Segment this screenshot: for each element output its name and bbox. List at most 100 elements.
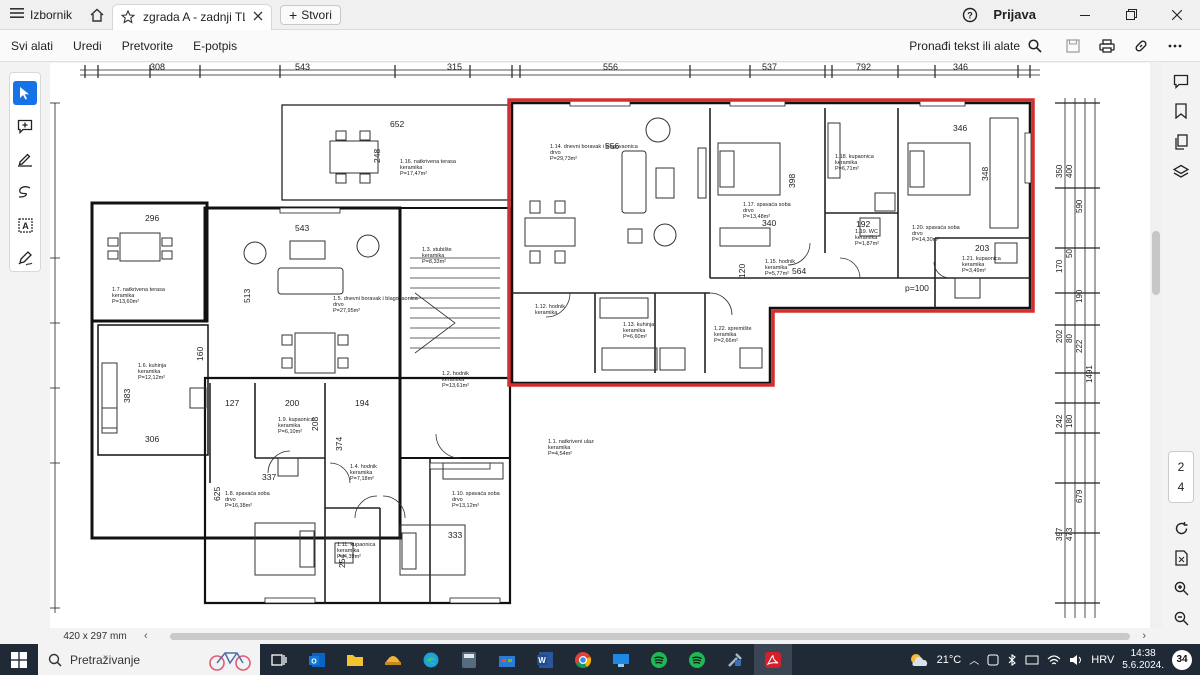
close-tab-icon[interactable] (253, 10, 263, 24)
right-dim-label: 679 (1075, 489, 1084, 503)
weather-temp[interactable]: 21°C (937, 654, 962, 666)
room-label: 1.19. WCkeramikaP=1,87m² (855, 229, 879, 247)
close-window-button[interactable] (1154, 0, 1200, 30)
share-link-button[interactable] (1124, 32, 1158, 60)
chevron-up-icon[interactable]: ︿ (969, 652, 979, 667)
freehand-icon (18, 186, 31, 198)
bookmarks-panel-button[interactable] (1168, 100, 1194, 122)
home-button[interactable] (86, 4, 108, 26)
print-button[interactable] (1090, 32, 1124, 60)
fit-page-button[interactable] (1168, 547, 1194, 569)
right-dim-label: 400 (1065, 164, 1074, 178)
dim-label: 398 (787, 174, 797, 188)
comment-tool[interactable] (13, 114, 37, 138)
document-tab[interactable]: zgrada A - zadnji TLO... (112, 3, 273, 30)
select-tool[interactable] (13, 81, 37, 105)
right-dim-label: 397 (1055, 527, 1064, 541)
document-viewer[interactable]: 308 543 315 556 537 792 346 350 400 590 … (50, 63, 1150, 628)
scroll-right-icon[interactable]: › (1142, 630, 1146, 642)
notification-badge[interactable]: 34 (1172, 649, 1192, 670)
new-tab-button[interactable]: + Stvori (280, 4, 341, 25)
right-dim-label: 473 (1065, 527, 1074, 541)
help-button[interactable]: ? (955, 7, 985, 23)
svg-text:keramika: keramika (535, 310, 558, 316)
refresh-button[interactable] (1168, 517, 1194, 539)
right-dim-label: 50 (1065, 249, 1074, 258)
bicycle-icon (209, 652, 251, 671)
edge-icon (423, 652, 439, 667)
store-icon (499, 655, 515, 667)
draw-tool[interactable] (13, 180, 37, 204)
room-label: 1.7. natkrivena terasakeramikaP=13,60m² (112, 287, 166, 305)
chrome-app[interactable] (564, 644, 602, 675)
menu-convert[interactable]: Pretvorite (112, 39, 183, 53)
taskbar-search[interactable]: Pretraživanje (38, 644, 260, 675)
comments-panel-button[interactable] (1168, 70, 1194, 92)
minimize-button[interactable] (1062, 0, 1108, 30)
sign-tool[interactable] (13, 246, 37, 270)
tray-app-icon[interactable] (987, 654, 999, 666)
system-tray: 21°C ︿ HRV 14:38 5.6.2024. 34 (909, 648, 1200, 672)
app-hat[interactable] (374, 644, 412, 675)
pages-panel-button[interactable] (1168, 131, 1194, 153)
sign-in-button[interactable]: Prijava (985, 7, 1062, 22)
menu-edit[interactable]: Uredi (63, 39, 112, 53)
svg-text:P=2,66m²: P=2,66m² (714, 338, 738, 344)
remote-app[interactable] (602, 644, 640, 675)
find-tools-button[interactable]: Pronađi tekst ili alate (909, 39, 1056, 53)
store-app[interactable] (488, 644, 526, 675)
interior-walls (209, 108, 1030, 603)
svg-text:1.14. dnevni boravak i blagova: 1.14. dnevni boravak i blagovaonica (550, 144, 639, 150)
file-explorer-app[interactable] (336, 644, 374, 675)
wifi-icon[interactable] (1047, 654, 1061, 666)
highlight-tool[interactable] (13, 147, 37, 171)
vertical-scrollbar[interactable] (1150, 63, 1162, 628)
layers-panel-button[interactable] (1168, 161, 1194, 183)
maximize-button[interactable] (1108, 0, 1154, 30)
chrome-icon (575, 651, 592, 668)
floor-plan-drawing: 308 543 315 556 537 792 346 350 400 590 … (50, 63, 1100, 618)
tool-bar: Svi alati Uredi Pretvorite E-potpis Pron… (0, 30, 1200, 62)
menu-all-tools[interactable]: Svi alati (0, 39, 63, 53)
bookmark-icon (1175, 103, 1187, 120)
zoom-in-icon (1174, 581, 1188, 596)
bluetooth-icon[interactable] (1007, 653, 1017, 666)
zoom-out-button[interactable] (1168, 608, 1194, 630)
quick-tools-rail: A (9, 72, 41, 272)
word-app[interactable]: W (526, 644, 564, 675)
text-tool[interactable]: A (13, 213, 37, 237)
language-indicator[interactable]: HRV (1091, 654, 1114, 666)
save-button[interactable] (1056, 32, 1090, 60)
main-menu-button[interactable]: Izbornik (0, 0, 82, 30)
spotify-app[interactable] (640, 644, 678, 675)
spotify-app-2[interactable] (678, 644, 716, 675)
menu-esign[interactable]: E-potpis (183, 39, 247, 53)
total-pages: 4 (1177, 480, 1185, 495)
vertical-scroll-thumb[interactable] (1152, 231, 1160, 295)
scroll-left-icon[interactable]: ‹ (144, 630, 148, 642)
horizontal-scrollbar[interactable]: ‹ › (140, 630, 1150, 642)
right-dim-label: 222 (1075, 339, 1084, 353)
zoom-in-button[interactable] (1168, 578, 1194, 600)
network-icon[interactable] (1025, 654, 1039, 666)
horizontal-scroll-thumb[interactable] (170, 632, 1130, 640)
task-view-button[interactable] (260, 644, 298, 675)
room-label: 1.21. kupaonicakeramikaP=3,49m² (962, 256, 1002, 274)
volume-icon[interactable] (1069, 654, 1083, 666)
right-dimension-labels: 350 400 590 170 50 190 202 80 222 1491 2… (1055, 164, 1094, 541)
acrobat-app[interactable] (754, 644, 792, 675)
folder-icon (347, 654, 363, 666)
task-view-icon (271, 653, 287, 666)
main-menu-label: Izbornik (30, 7, 73, 22)
outlook-app[interactable]: O (298, 644, 336, 675)
room-label: 1.15. hodnikkeramikaP=5,77m² (765, 259, 795, 277)
svg-text:P=6,10m²: P=6,10m² (278, 429, 302, 435)
page-indicator[interactable]: 2 4 (1168, 451, 1194, 504)
edge-app[interactable] (412, 644, 450, 675)
star-icon[interactable] (121, 10, 136, 24)
tools-app[interactable] (716, 644, 754, 675)
start-button[interactable] (0, 651, 38, 668)
calculator-app[interactable] (450, 644, 488, 675)
more-menu-button[interactable] (1158, 32, 1192, 60)
clock[interactable]: 14:38 5.6.2024. (1122, 648, 1164, 672)
